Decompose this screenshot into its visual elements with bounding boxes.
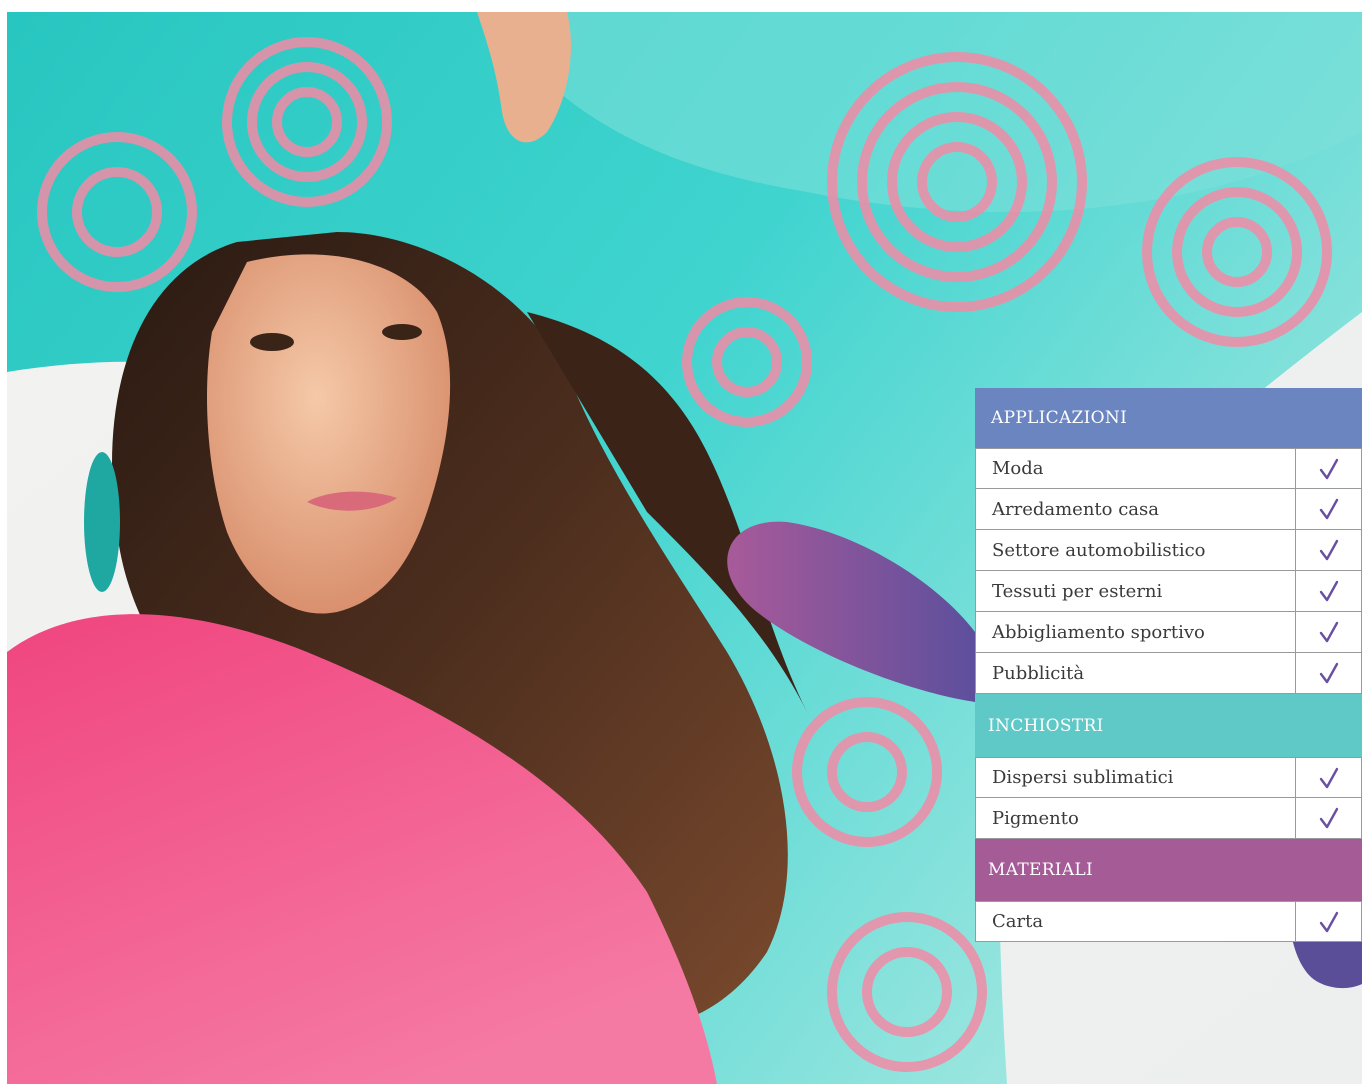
checkmark-icon [1295,798,1361,838]
table-row: Tessuti per esterni [975,571,1362,612]
table-row: Abbigliamento sportivo [975,612,1362,653]
checkmark-icon [1295,571,1361,611]
row-label: Arredamento casa [992,498,1160,520]
section-header-materiali: MATERIALI [975,839,1362,901]
table-row: Settore automobilistico [975,530,1362,571]
checkmark-icon [1295,653,1361,693]
checkmark-icon [1295,758,1361,797]
row-label: Pubblicità [992,662,1085,684]
table-row: Moda [975,448,1362,489]
row-label: Settore automobilistico [992,539,1206,561]
section-title: INCHIOSTRI [988,715,1104,736]
section-header-applicazioni: APPLICAZIONI [975,388,1362,448]
section-title: MATERIALI [988,860,1093,880]
row-label: Abbigliamento sportivo [992,621,1205,643]
checkmark-icon [1295,612,1361,652]
checkmark-icon [1295,530,1361,570]
row-label: Pigmento [992,807,1079,829]
table-row: Pigmento [975,798,1362,839]
row-label: Tessuti per esterni [992,580,1163,602]
features-table: APPLICAZIONI Moda Arredamento casa Setto… [975,388,1362,942]
row-label: Dispersi sublimatici [992,767,1174,788]
section-title: APPLICAZIONI [991,408,1128,428]
table-row: Pubblicità [975,653,1362,694]
section-header-inchiostri: INCHIOSTRI [975,694,1362,757]
checkmark-icon [1295,902,1361,941]
row-label: Carta [992,911,1044,932]
table-row: Carta [975,901,1362,942]
table-row: Arredamento casa [975,489,1362,530]
row-label: Moda [992,458,1044,479]
table-row: Dispersi sublimatici [975,757,1362,798]
checkmark-icon [1295,449,1361,488]
checkmark-icon [1295,489,1361,529]
